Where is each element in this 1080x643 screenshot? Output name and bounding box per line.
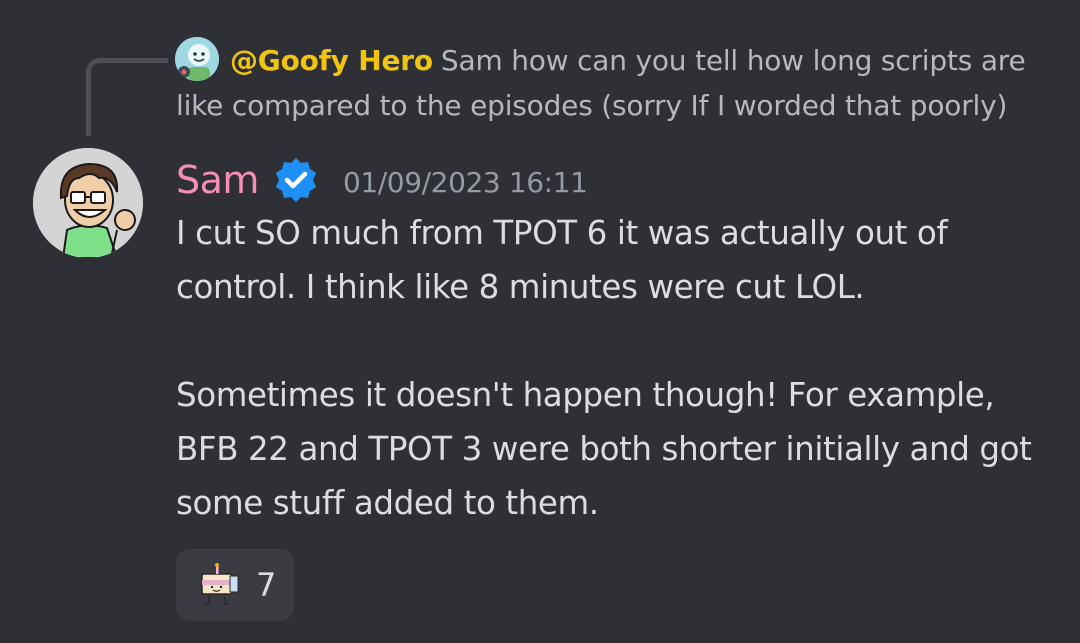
sam-avatar[interactable] bbox=[33, 148, 143, 258]
message-header: Sam 01/09/2023 16:11 bbox=[176, 152, 588, 208]
message-content: I cut SO much from TPOT 6 it was actuall… bbox=[176, 206, 1056, 530]
message-paragraph: Sometimes it doesn't happen though! For … bbox=[176, 376, 1032, 522]
cake-character-emoji-icon bbox=[201, 563, 239, 605]
message-timestamp[interactable]: 01/09/2023 16:11 bbox=[343, 162, 588, 199]
chat-message: @Goofy Hero Sam how can you tell how long… bbox=[0, 0, 1080, 643]
reply-author-name[interactable]: @Goofy Hero bbox=[230, 44, 433, 77]
reply-connector-line bbox=[86, 58, 168, 136]
verified-badge-icon bbox=[275, 158, 316, 202]
author-username[interactable]: Sam bbox=[176, 158, 259, 202]
sam-avatar-image bbox=[33, 148, 143, 258]
reaction-button[interactable]: 7 bbox=[176, 549, 294, 621]
reaction-count: 7 bbox=[256, 566, 277, 604]
reply-preview[interactable]: @Goofy Hero Sam how can you tell how long… bbox=[176, 38, 1056, 128]
message-paragraph: I cut SO much from TPOT 6 it was actuall… bbox=[176, 214, 948, 306]
